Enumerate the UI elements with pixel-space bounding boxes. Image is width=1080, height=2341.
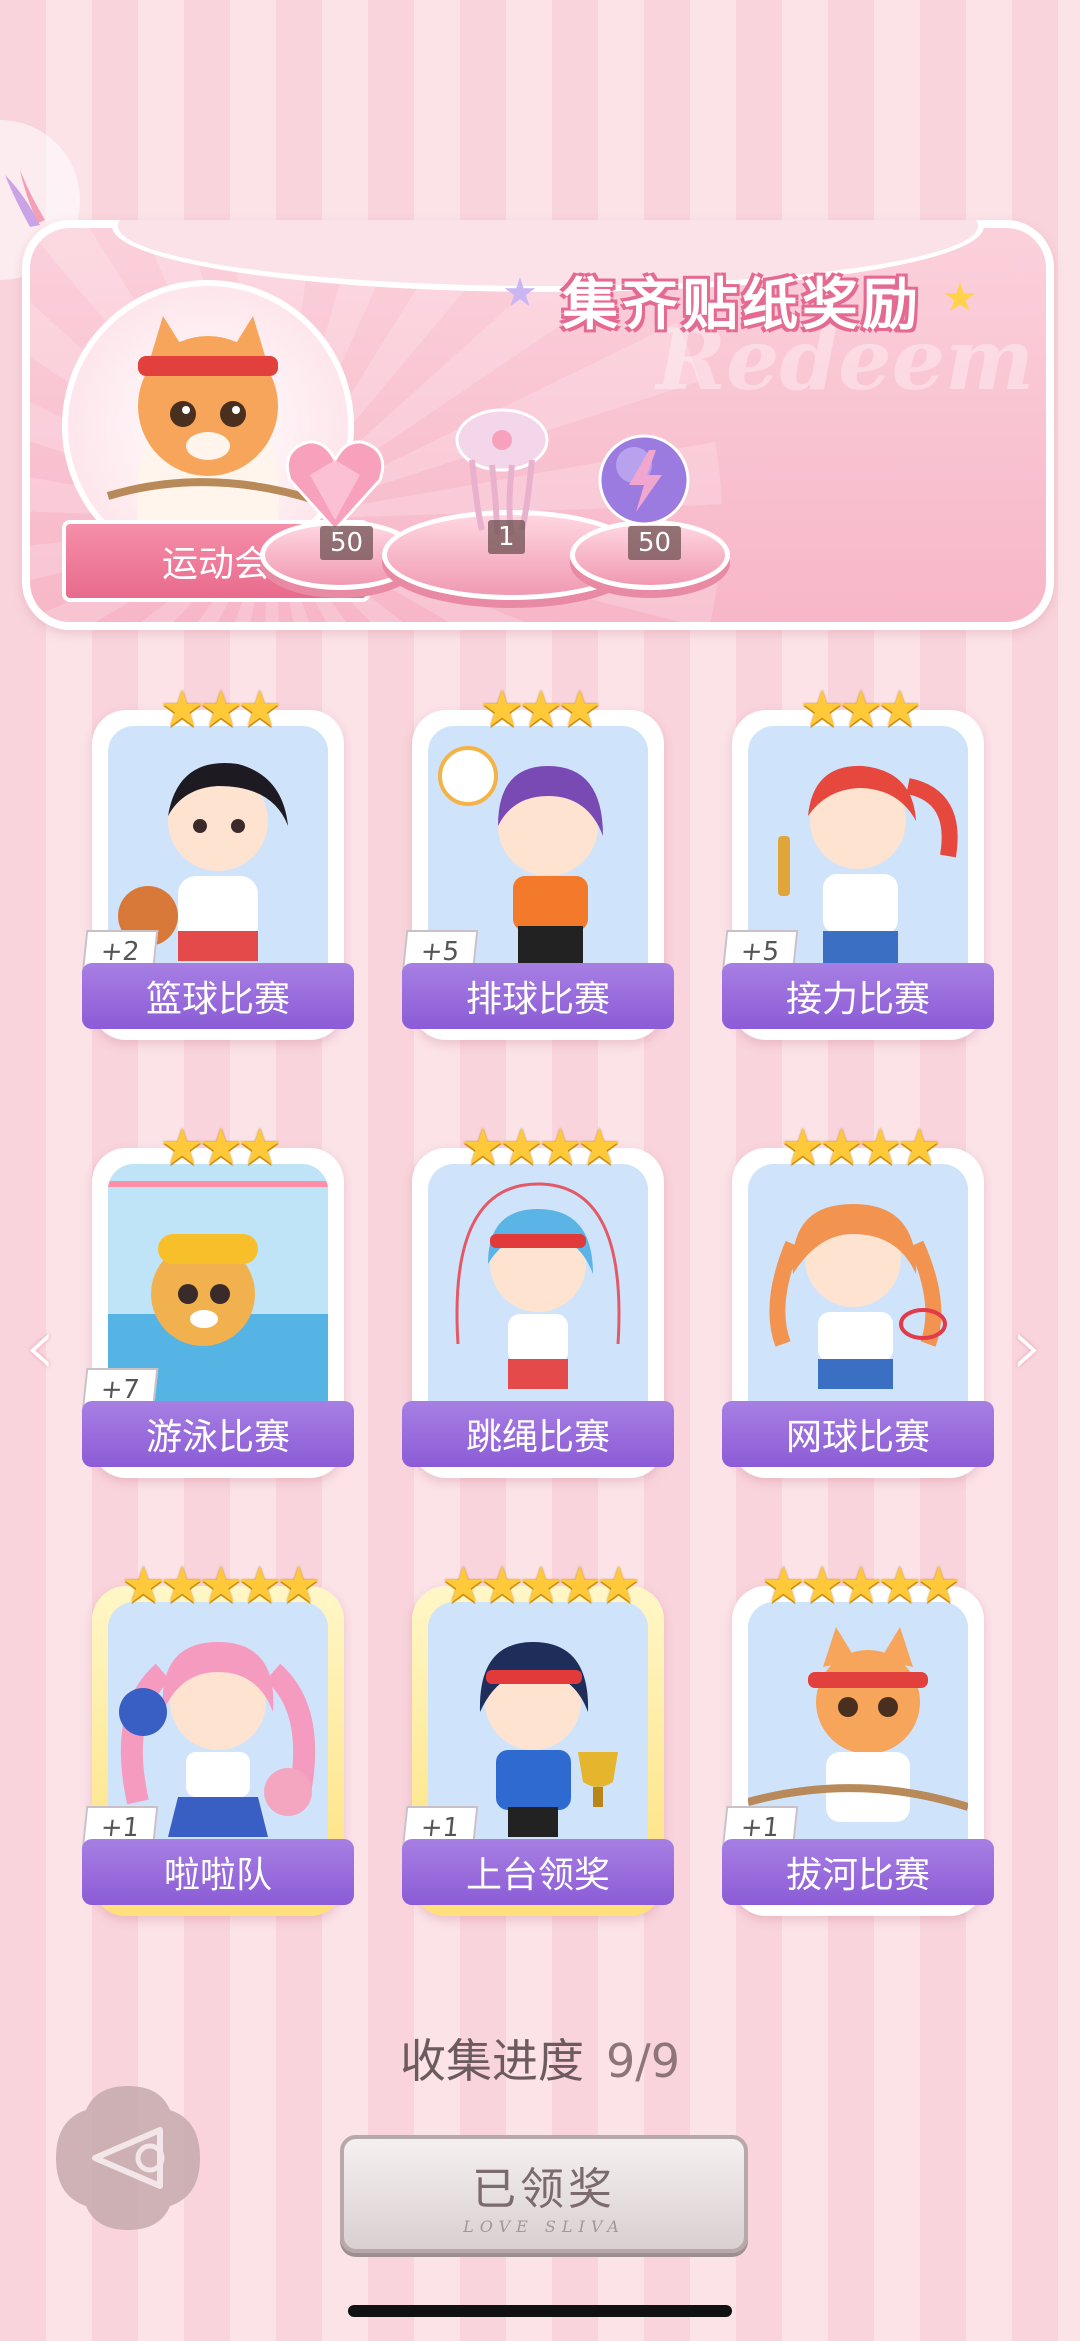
jellyfish-plush-icon[interactable] [442, 400, 562, 540]
sticker-label: 跳绳比赛 [402, 1401, 674, 1467]
claimed-button[interactable]: 已领奖 LOVE SLIVA [340, 2135, 748, 2253]
star-rating: ★★★★★ [120, 1556, 321, 1614]
star-rating: ★★★ [479, 680, 602, 738]
lightning-orb-icon[interactable] [594, 430, 694, 530]
sticker-card-swimming[interactable]: ★★★ +7 游泳比赛 [81, 1118, 354, 1478]
event-name: 运动会 [161, 544, 270, 585]
reward-count: 50 [320, 526, 374, 560]
chevron-right-icon[interactable]: › [1012, 1300, 1044, 1393]
sticker-label: 接力比赛 [722, 963, 994, 1029]
star-rating: ★★★★ [460, 1118, 621, 1176]
sticker-label: 篮球比赛 [82, 963, 354, 1029]
banner-title: 集齐贴纸奖励 [562, 273, 922, 338]
star-icon: ★ [942, 275, 978, 321]
sticker-label: 上台领奖 [402, 1839, 674, 1905]
sticker-card-relay[interactable]: ★★★ +5 接力比赛 [721, 680, 994, 1040]
star-rating: ★★★★★ [440, 1556, 641, 1614]
star-rating: ★★★★ [780, 1118, 941, 1176]
sticker-label: 啦啦队 [82, 1839, 354, 1905]
reward-count: 50 [628, 526, 682, 560]
home-indicator[interactable] [348, 2305, 732, 2317]
sticker-card-volleyball[interactable]: ★★★ +5 排球比赛 [401, 680, 674, 1040]
progress-label: 收集进度 [399, 2034, 584, 2088]
star-rating: ★★★ [159, 680, 282, 738]
sticker-card-tennis[interactable]: ★★★★ 网球比赛 [722, 1118, 994, 1478]
sticker-label: 游泳比赛 [82, 1401, 354, 1467]
chevron-left-icon[interactable]: ‹ [24, 1300, 56, 1393]
claimed-label: 已领奖 [472, 2163, 616, 2215]
reward-banner: Redeem ★ 集齐贴纸奖励 ★ 运动会 50 1 50 [22, 220, 1054, 630]
back-button[interactable] [50, 2080, 206, 2236]
reward-count: 1 [488, 520, 525, 554]
heart-gem-icon[interactable] [280, 430, 390, 540]
sticker-card-jump-rope[interactable]: ★★★★ 跳绳比赛 [402, 1118, 674, 1478]
sticker-label: 网球比赛 [722, 1401, 994, 1467]
star-icon: ★ [502, 270, 538, 316]
star-rating: ★★★ [799, 680, 922, 738]
sticker-label: 排球比赛 [402, 963, 674, 1029]
sticker-card-basketball[interactable]: ★★★ +2 篮球比赛 [81, 680, 354, 1040]
claimed-sublabel: LOVE SLIVA [463, 2216, 625, 2236]
sticker-card-tug-of-war[interactable]: ★★★★★ +1 拔河比赛 [721, 1556, 994, 1916]
progress-value: 9/9 [605, 2034, 681, 2088]
star-rating: ★★★★★ [760, 1556, 961, 1614]
sticker-card-award-ceremony[interactable]: ★★★★★ +1 上台领奖 [401, 1556, 674, 1916]
sticker-label: 拔河比赛 [722, 1839, 994, 1905]
sticker-image [428, 1164, 648, 1424]
sticker-image [748, 1164, 968, 1424]
sticker-card-cheerleading[interactable]: ★★★★★ +1 啦啦队 [81, 1556, 354, 1916]
star-rating: ★★★ [159, 1118, 282, 1176]
